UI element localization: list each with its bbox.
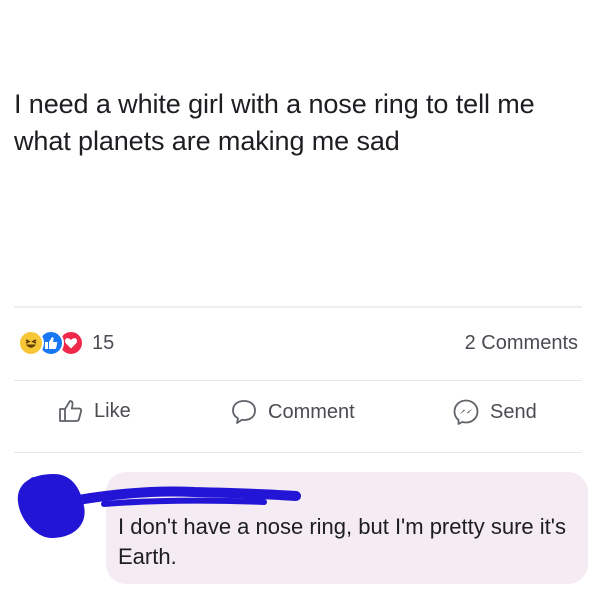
like-button[interactable]: Like xyxy=(58,398,131,424)
haha-reaction-icon xyxy=(18,330,44,356)
divider xyxy=(14,306,582,308)
reaction-count: 15 xyxy=(92,331,115,354)
comments-count-link[interactable]: 2 Comments xyxy=(465,332,578,355)
comment: I don't have a nose ring, but I'm pretty… xyxy=(14,468,590,588)
post-text: I need a white girl with a nose ring to … xyxy=(14,89,535,156)
comment-text: I don't have a nose ring, but I'm pretty… xyxy=(118,514,566,569)
like-label: Like xyxy=(94,399,131,422)
send-label: Send xyxy=(490,400,537,423)
post-action-bar: Like Comment Send xyxy=(0,398,600,438)
comment-button[interactable]: Comment xyxy=(230,398,355,426)
messenger-icon xyxy=(452,398,480,426)
speech-bubble-icon xyxy=(230,398,258,426)
redacted-name-scribble xyxy=(74,486,301,507)
comment-label: Comment xyxy=(268,400,355,423)
divider xyxy=(14,452,582,453)
send-button[interactable]: Send xyxy=(452,398,537,426)
reactions-summary[interactable]: 15 xyxy=(18,330,114,356)
divider xyxy=(14,380,582,381)
thumbs-up-icon xyxy=(58,398,84,424)
